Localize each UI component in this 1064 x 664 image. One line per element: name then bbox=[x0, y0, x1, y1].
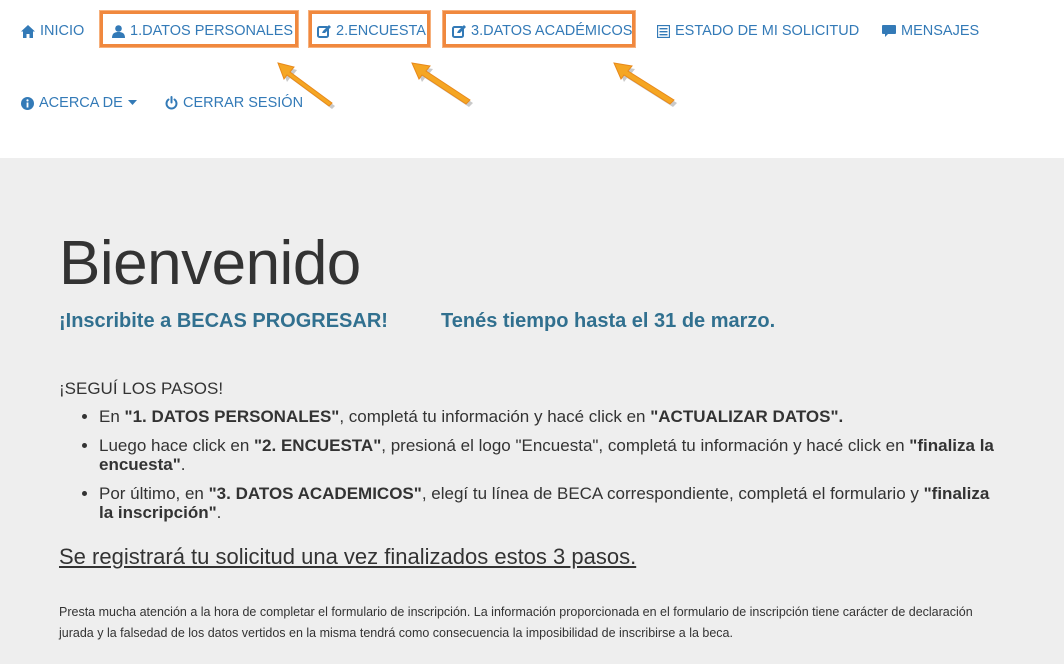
list-icon bbox=[657, 24, 670, 38]
home-icon bbox=[21, 24, 35, 38]
step-item: Por último, en "3. DATOS ACADEMICOS", el… bbox=[99, 484, 999, 522]
caret-down-icon bbox=[127, 100, 137, 106]
step-bold-text: "1. DATOS PERSONALES" bbox=[124, 407, 340, 426]
step-text: , elegí tu línea de BECA correspondiente… bbox=[421, 484, 924, 503]
nav-inicio[interactable]: INICIO bbox=[21, 23, 84, 39]
step-bold-text: "3. DATOS ACADEMICOS" bbox=[208, 484, 422, 503]
legal-disclaimer: Presta mucha atención a la hora de compl… bbox=[59, 605, 973, 640]
step-text: Por último, en bbox=[99, 484, 209, 503]
top-navbar: INICIO 1.DATOS PERSONALES 2.ENCUESTA 3.D… bbox=[0, 0, 1064, 158]
steps-heading: ¡SEGUÍ LOS PASOS! bbox=[59, 379, 224, 398]
nav-encuesta[interactable]: 2.ENCUESTA bbox=[317, 23, 426, 39]
user-icon bbox=[112, 24, 125, 38]
nav-inicio-label: INICIO bbox=[40, 23, 85, 39]
comment-icon bbox=[882, 24, 896, 38]
step-text: . bbox=[216, 503, 222, 522]
edit-icon bbox=[317, 24, 331, 38]
nav-datos-personales-label: 1.DATOS PERSONALES bbox=[130, 23, 294, 39]
step-bold-text: "2. ENCUESTA" bbox=[254, 436, 382, 455]
power-icon bbox=[165, 96, 178, 110]
nav-mensajes-label: MENSAJES bbox=[901, 23, 980, 39]
registration-note: Se registrará tu solicitud una vez final… bbox=[59, 544, 637, 569]
step-text: , presioná el logo "Encuesta", completá … bbox=[381, 436, 910, 455]
nav-acerca-de[interactable]: ACERCA DE bbox=[21, 95, 137, 111]
step-bold-text: "ACTUALIZAR DATOS". bbox=[650, 407, 844, 426]
annotation-arrow-icon bbox=[277, 62, 335, 109]
welcome-jumbotron: Bienvenido ¡Inscribite a BECAS PROGRESAR… bbox=[0, 158, 1064, 664]
nav-mensajes[interactable]: MENSAJES bbox=[882, 23, 979, 39]
step-item: En "1. DATOS PERSONALES", completá tu in… bbox=[99, 407, 999, 426]
step-item: Luego hace click en "2. ENCUESTA", presi… bbox=[99, 436, 999, 474]
nav-datos-academicos-label: 3.DATOS ACADÉMICOS bbox=[471, 23, 633, 39]
step-text: En bbox=[99, 407, 125, 426]
step-text: , completá tu información y hacé click e… bbox=[339, 407, 651, 426]
nav-datos-academicos[interactable]: 3.DATOS ACADÉMICOS bbox=[452, 23, 632, 39]
nav-datos-personales[interactable]: 1.DATOS PERSONALES bbox=[112, 23, 293, 39]
annotation-arrow-icon bbox=[411, 62, 473, 107]
nav-encuesta-label: 2.ENCUESTA bbox=[336, 23, 426, 39]
steps-list: En "1. DATOS PERSONALES", completá tu in… bbox=[59, 407, 999, 532]
subtitle-inscribite: ¡Inscribite a BECAS PROGRESAR! bbox=[59, 310, 388, 332]
step-text: . bbox=[180, 455, 186, 474]
nav-acerca-label: ACERCA DE bbox=[39, 95, 123, 111]
page-title: Bienvenido bbox=[59, 229, 361, 298]
annotation-arrow-icon bbox=[613, 62, 677, 107]
info-icon bbox=[21, 96, 34, 110]
nav-estado-label: ESTADO DE MI SOLICITUD bbox=[675, 23, 860, 39]
edit-icon bbox=[452, 24, 466, 38]
nav-estado-solicitud[interactable]: ESTADO DE MI SOLICITUD bbox=[657, 23, 859, 39]
subtitle-deadline: Tenés tiempo hasta el 31 de marzo. bbox=[441, 310, 776, 332]
step-text: Luego hace click en bbox=[99, 436, 254, 455]
